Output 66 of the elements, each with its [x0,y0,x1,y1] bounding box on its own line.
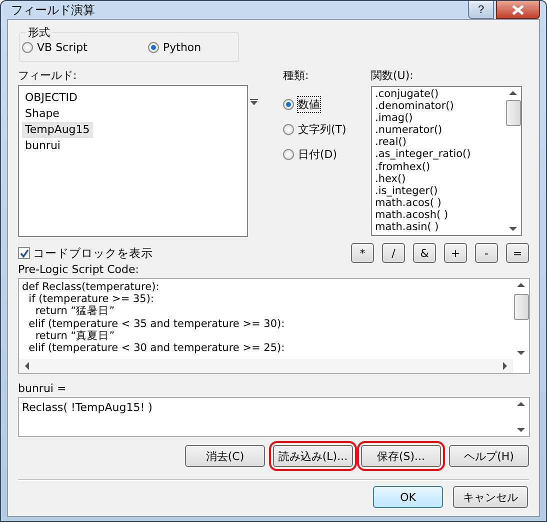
scroll-up-icon[interactable] [509,90,517,96]
function-item[interactable]: .denominator() [375,100,502,112]
expression-label: bunrui = [18,382,68,395]
code-editor[interactable]: def Reclass(temperature): if (temperature >= 35): return “猛暑日” elif (temperature < 35 and temperature >= 30): return “真夏日” elif (temperature < 30 and temperature >= 25): [18,278,530,374]
radio-option[interactable]: 文字列(T) [283,122,371,137]
code-line: return “猛暑日” [34,305,116,318]
field-item[interactable]: OBJECTID [22,90,92,106]
help-button[interactable]: ? [468,1,494,19]
field-item[interactable]: Shape [22,106,92,122]
function-item[interactable]: math.acosh( ) [375,208,502,222]
close-button[interactable] [496,1,540,19]
function-item[interactable]: .numerator() [375,124,502,136]
code-line: if (temperature >= 35): [28,293,155,306]
expression-field[interactable]: Reclass( !TempAug15! ) [18,397,530,437]
window-title: フィールド演算 [11,2,96,18]
fields-label: フィールド: [18,68,78,83]
code-line: elif (temperature < 35 and temperature >= 30): [28,318,286,330]
action-button[interactable]: ヘルプ(H) [449,445,529,467]
sort-icon[interactable] [250,99,258,105]
function-item[interactable]: .is_integer() [375,184,502,197]
expression-text: Reclass( !TempAug15! ) [21,400,154,416]
code-line: elif (temperature < 30 and temperature >= 25): [28,342,286,354]
scroll-down-icon[interactable] [517,350,525,356]
operator-button[interactable]: - [475,243,498,263]
function-item[interactable]: .imag() [375,112,502,124]
show-code-block-checkbox[interactable]: コードブロックを表示 [18,246,153,260]
radio-option[interactable]: 日付(D) [283,147,371,162]
operator-button[interactable]: + [444,243,467,263]
scroll-right-icon[interactable] [502,362,508,370]
scroll-down-icon[interactable] [517,427,525,433]
scroll-thumb[interactable] [514,294,528,320]
operator-button[interactable]: / [382,243,405,263]
operator-button[interactable]: = [506,243,529,263]
radio-option[interactable]: Python [148,40,202,54]
scroll-thumb[interactable] [506,100,520,126]
horizontal-scrollbar[interactable] [19,359,513,373]
cancel-button[interactable]: キャンセル [453,486,528,508]
functions-label: 関数(U): [371,68,414,83]
ok-button[interactable]: OK [373,486,443,508]
code-line: def Reclass(temperature): [22,281,160,294]
function-item[interactable]: .hex() [375,172,502,185]
action-button[interactable]: 読み込み(L)... [273,445,353,467]
radio-option[interactable]: VB Script [22,40,148,54]
pre-logic-label: Pre-Logic Script Code: [18,263,140,276]
function-item[interactable]: .as_integer_ratio() [375,148,502,161]
close-icon [512,4,524,14]
function-item[interactable]: math.asin( ) [375,221,502,234]
scroll-up-icon[interactable] [517,282,525,288]
function-item[interactable]: .real() [375,136,502,148]
function-item[interactable]: .fromhex() [375,160,502,173]
function-item[interactable]: math.acos( ) [375,196,502,209]
operator-button[interactable]: & [413,243,436,263]
action-button[interactable]: 消去(C) [185,445,265,467]
check-icon [20,248,28,258]
field-item[interactable]: TempAug15 [22,122,93,138]
scroll-left-icon[interactable] [24,362,30,370]
radio-option[interactable]: 数値 [283,97,371,112]
types-label: 種類: [283,68,310,83]
scroll-up-icon[interactable] [517,401,525,407]
action-button[interactable]: 保存(S)... [361,445,441,467]
function-item[interactable]: .conjugate() [375,88,502,100]
scroll-down-icon[interactable] [509,226,517,232]
operator-button[interactable]: * [351,243,374,263]
code-line: return “真夏日” [34,330,116,342]
group-label: 形式 [26,25,52,40]
field-item[interactable]: bunrui [22,138,92,154]
